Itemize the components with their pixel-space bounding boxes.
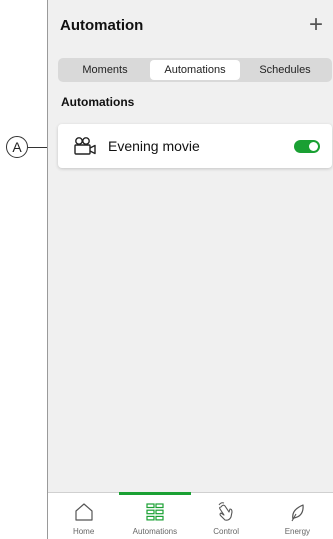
segmented-control: Moments Automations Schedules [58,58,332,82]
tab-moments[interactable]: Moments [60,60,150,80]
page-title: Automation [60,16,144,34]
automation-toggle[interactable] [294,139,320,153]
grid-icon [146,503,164,521]
add-icon[interactable]: + [309,13,323,37]
automation-card[interactable]: Evening movie [58,124,332,168]
nav-automations-label: Automations [132,527,178,536]
nav-home-label: Home [72,527,95,536]
callout-marker: A [6,136,28,158]
automation-label: Evening movie [108,138,200,154]
header: Automation + [48,0,333,50]
tab-schedules[interactable]: Schedules [240,60,330,80]
nav-energy-label: Energy [284,527,311,536]
movie-camera-icon [74,137,96,155]
phone-screen: Automation + Moments Automations Schedul… [47,0,333,539]
callout-label: A [12,139,22,155]
section-title: Automations [61,95,135,109]
nav-energy[interactable]: Energy [262,493,333,539]
bottom-nav: Home Automations Control Energy [48,492,333,539]
nav-automations[interactable]: Automations [119,492,191,539]
toggle-knob [309,141,318,151]
leaf-icon [291,504,305,522]
hand-icon [218,502,233,521]
nav-home[interactable]: Home [48,493,119,539]
nav-control-label: Control [213,527,240,536]
screen: A Automation + Moments Automations Sched… [0,0,333,539]
home-icon [75,503,93,521]
tab-automations[interactable]: Automations [150,60,240,80]
nav-control[interactable]: Control [191,493,262,539]
